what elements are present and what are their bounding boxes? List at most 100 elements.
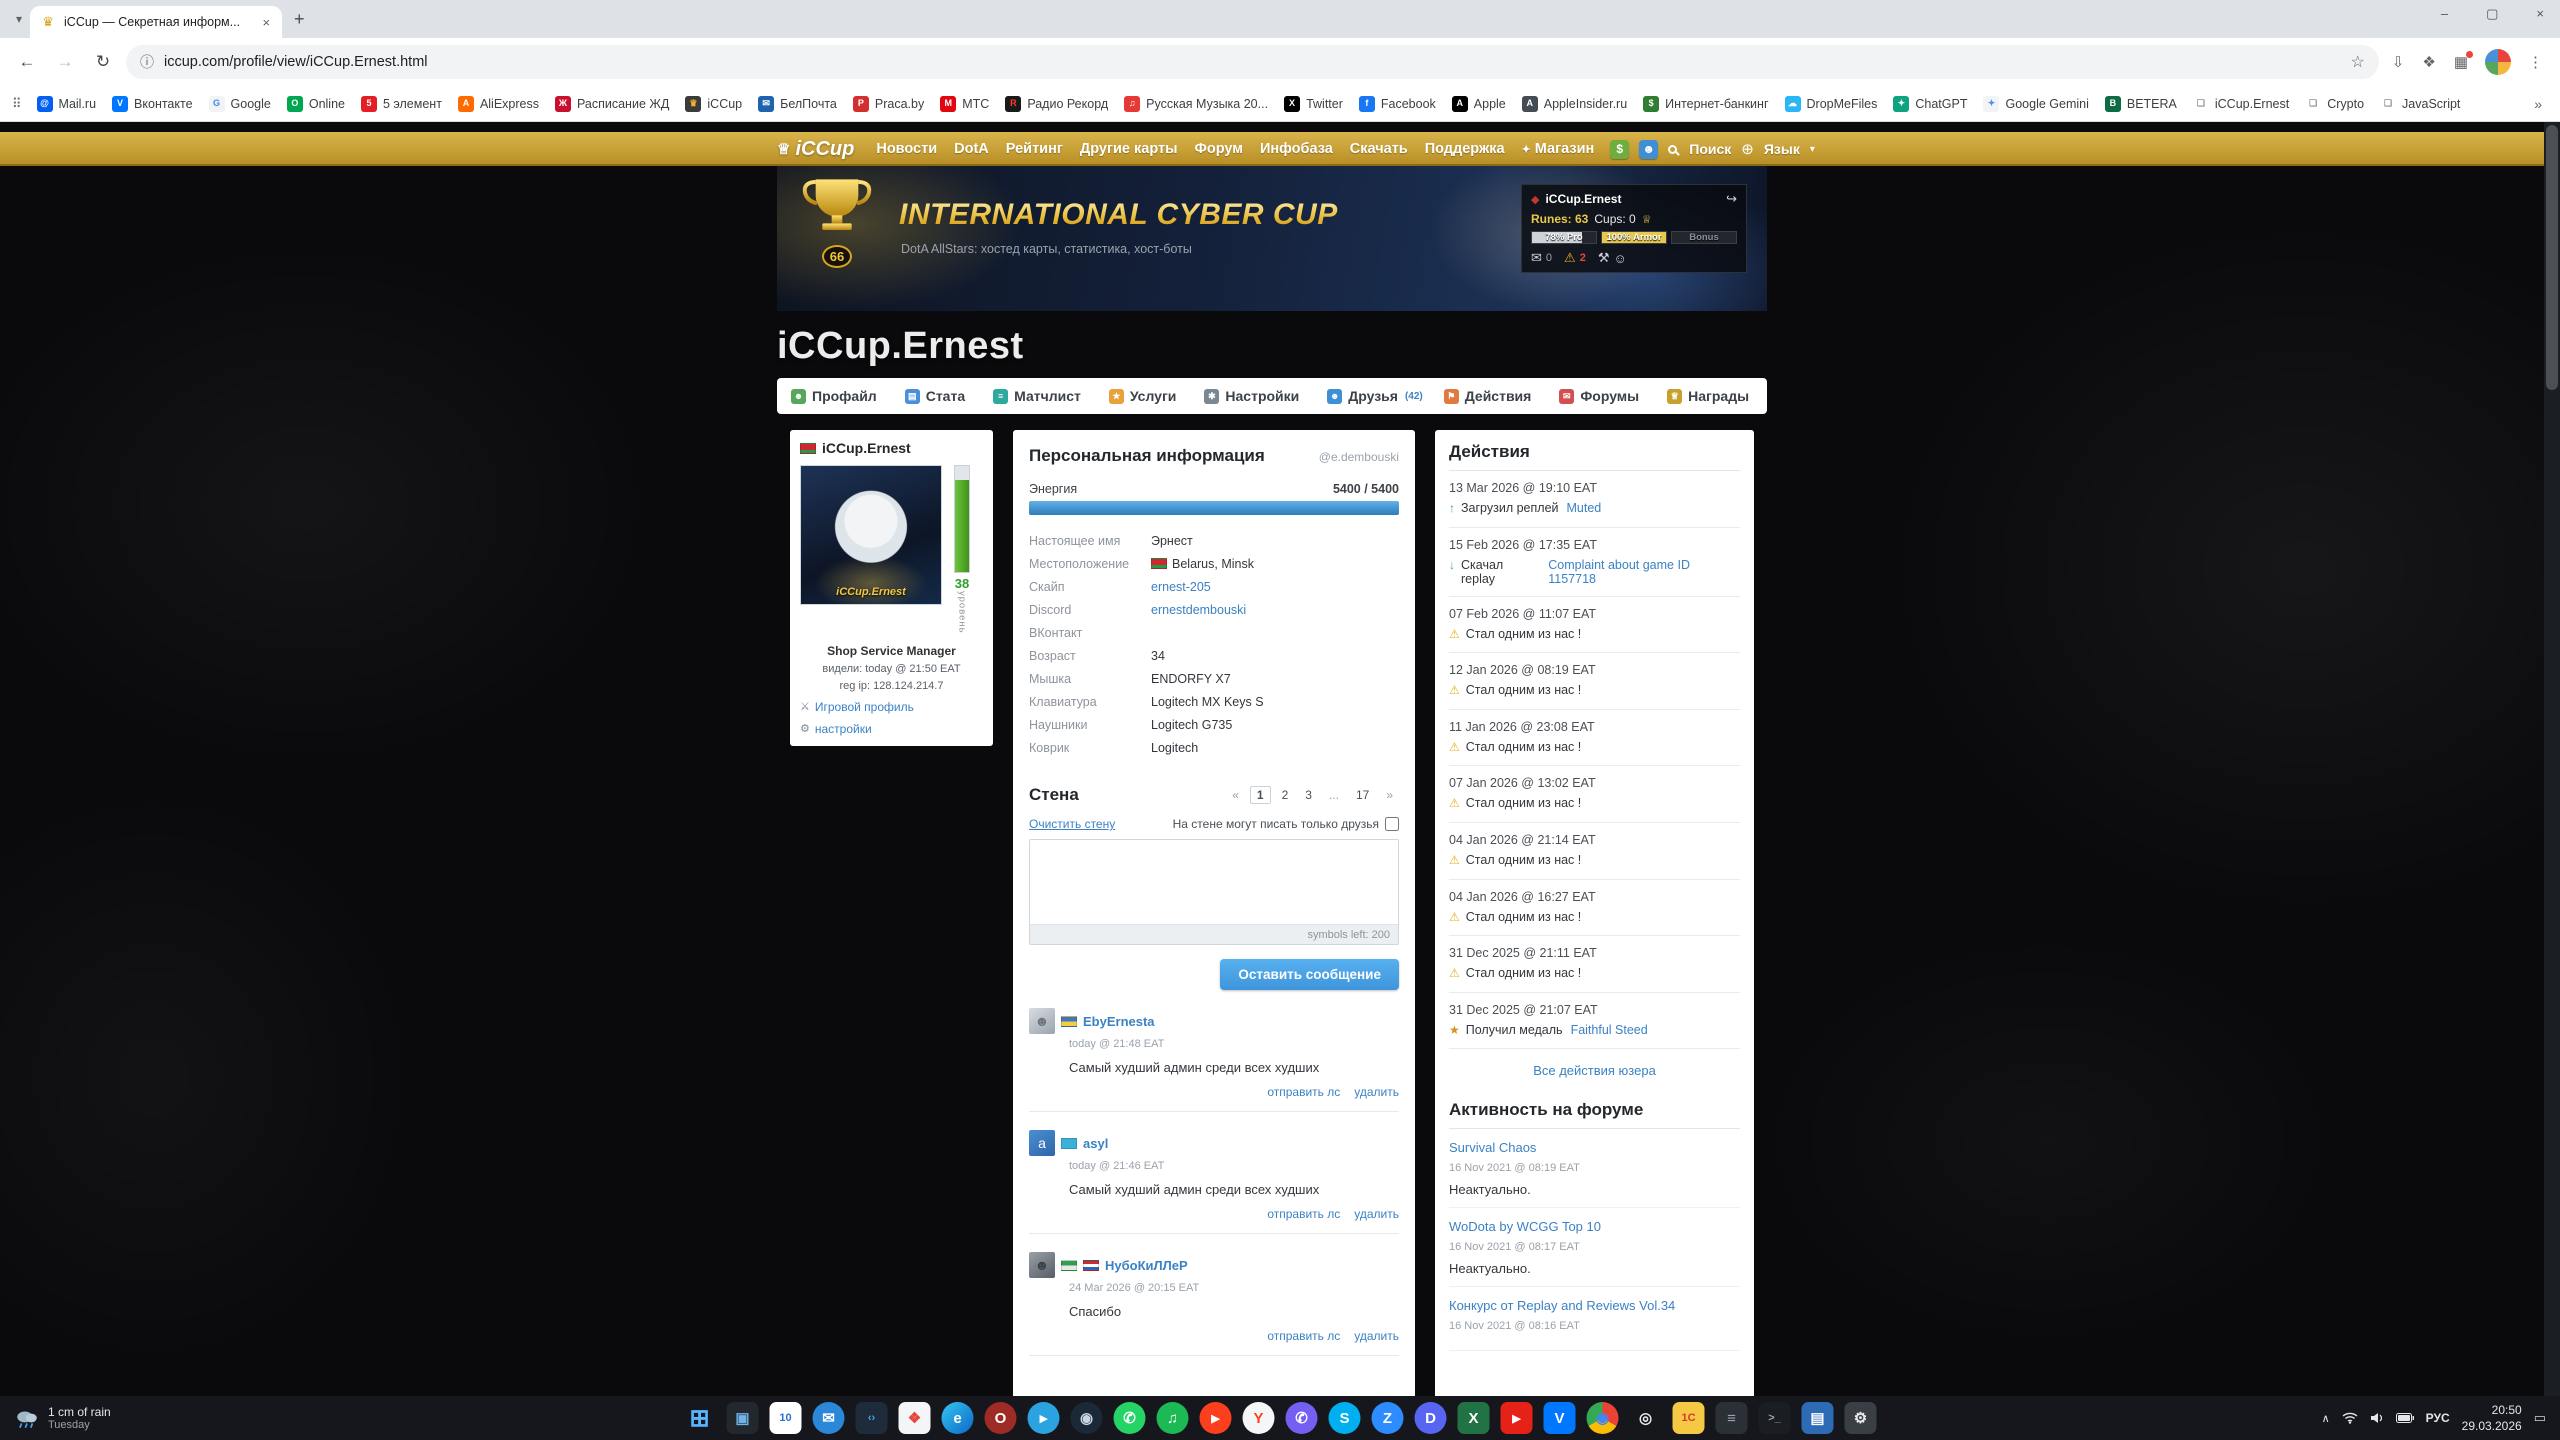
maximize-button[interactable]: ▢ xyxy=(2480,4,2504,24)
bookmark-item[interactable]: V Вконтакте xyxy=(105,92,199,116)
info-value[interactable]: ernest-205 xyxy=(1151,580,1211,594)
mail-app-icon[interactable]: ✉ xyxy=(813,1402,845,1434)
profile-icon[interactable]: ☺ xyxy=(1613,251,1626,266)
account-icon[interactable]: ☻ xyxy=(1639,140,1658,159)
steam-icon[interactable]: ◉ xyxy=(1071,1402,1103,1434)
close-button[interactable]: × xyxy=(2530,4,2550,24)
nav-item[interactable]: Инфобаза xyxy=(1260,141,1333,157)
delete-post-link[interactable]: удалить xyxy=(1354,1329,1399,1343)
delete-post-link[interactable]: удалить xyxy=(1354,1085,1399,1099)
nav-item[interactable]: ✦Магазин xyxy=(1522,141,1595,157)
site-logo[interactable]: ♕iCCup xyxy=(777,138,854,161)
friends-only-checkbox[interactable] xyxy=(1385,817,1399,831)
clock[interactable]: 20:50 29.03.2026 xyxy=(2462,1402,2522,1434)
warning-icon[interactable]: ⚠ xyxy=(1564,250,1576,266)
start-icon[interactable]: ⊞ xyxy=(684,1402,716,1434)
game-profile-link[interactable]: ⚔ Игровой профиль xyxy=(800,700,983,714)
topic-title-link[interactable]: WoDota by WCGG Top 10 xyxy=(1449,1219,1601,1234)
bookmark-item[interactable]: ✉ БелПочта xyxy=(751,92,844,116)
language-menu[interactable]: Язык xyxy=(1764,141,1800,157)
profile-tab[interactable]: ★ Услуги xyxy=(1109,388,1184,404)
post-avatar[interactable]: ☻ xyxy=(1029,1252,1055,1278)
nav-item[interactable]: Другие карты xyxy=(1080,141,1178,157)
send-pm-link[interactable]: отправить лс xyxy=(1267,1329,1340,1343)
profile-tab[interactable]: ✉ Форумы xyxy=(1559,388,1646,404)
nav-item[interactable]: Новости xyxy=(876,141,937,157)
terminal-icon[interactable]: >_ xyxy=(1759,1402,1791,1434)
bookmark-item[interactable]: Ж Расписание ЖД xyxy=(548,92,676,116)
nav-item[interactable]: DotA xyxy=(954,141,989,157)
edge-icon[interactable]: e xyxy=(942,1402,974,1434)
minimize-button[interactable]: – xyxy=(2435,4,2454,24)
download-icon[interactable]: ⇩ xyxy=(2387,53,2410,71)
post-avatar[interactable]: a xyxy=(1029,1130,1055,1156)
bookmark-item[interactable]: B BETERA xyxy=(2098,92,2184,116)
bookmark-item[interactable]: G Google xyxy=(202,92,278,116)
profile-tab[interactable]: ☻ Друзья (42) xyxy=(1327,388,1422,404)
bookmark-item[interactable]: A AliExpress xyxy=(451,92,546,116)
bookmark-item[interactable]: $ Интернет-банкинг xyxy=(1636,92,1775,116)
volume-icon[interactable] xyxy=(2370,1412,2384,1424)
page-number[interactable]: 17 xyxy=(1350,787,1375,803)
bookmark-item[interactable]: A AppleInsider.ru xyxy=(1515,92,1634,116)
settings-app-icon[interactable]: ⚙ xyxy=(1845,1402,1877,1434)
send-pm-link[interactable]: отправить лс xyxy=(1267,1085,1340,1099)
this-pc-icon[interactable]: ▣ xyxy=(727,1402,759,1434)
post-author[interactable]: НубоКиЛЛеР xyxy=(1105,1258,1188,1273)
page-number[interactable]: ... xyxy=(1323,787,1345,803)
browser-menu-icon[interactable]: ⋮ xyxy=(2523,53,2548,71)
bookmark-item[interactable]: O Online xyxy=(280,92,352,116)
bookmark-item[interactable]: ☁ DropMeFiles xyxy=(1778,92,1885,116)
bookmark-item[interactable]: ❏ Crypto xyxy=(2298,92,2371,116)
forward-button[interactable]: → xyxy=(50,47,80,77)
topic-title-link[interactable]: Survival Chaos xyxy=(1449,1140,1536,1155)
post-message-button[interactable]: Оставить сообщение xyxy=(1220,959,1399,990)
yandex-browser-icon[interactable]: Y xyxy=(1243,1402,1275,1434)
extensions-icon[interactable]: ❖ xyxy=(2417,53,2440,71)
bookmark-item[interactable]: R Радио Рекорд xyxy=(998,92,1115,116)
bookmark-item[interactable]: ♫ Русская Музыка 20... xyxy=(1117,92,1275,116)
tray-chevron-icon[interactable]: ∧ xyxy=(2322,1412,2330,1425)
bookmark-star-icon[interactable]: ☆ xyxy=(2350,52,2364,72)
profile-tab[interactable]: ☻ Профайл xyxy=(791,388,884,404)
viber-icon[interactable]: ✆ xyxy=(1286,1402,1318,1434)
calendar-icon[interactable]: 10 xyxy=(770,1402,802,1434)
shop-icon[interactable]: $ xyxy=(1610,140,1629,159)
page-number[interactable]: » xyxy=(1380,787,1399,803)
all-actions-link[interactable]: Все действия юзера xyxy=(1449,1063,1740,1078)
bookmark-item[interactable]: ❏ JavaScript xyxy=(2373,92,2467,116)
new-tab-button[interactable]: + xyxy=(282,5,317,34)
vk-icon[interactable]: V xyxy=(1544,1402,1576,1434)
bookmark-item[interactable]: f Facebook xyxy=(1352,92,1443,116)
skype-icon[interactable]: S xyxy=(1329,1402,1361,1434)
scrollbar-thumb[interactable] xyxy=(2546,125,2558,390)
profile-tab[interactable]: ✱ Настройки xyxy=(1204,388,1306,404)
info-value[interactable]: ernestdembouski xyxy=(1151,603,1246,617)
bookmark-item[interactable]: ❏ iCCup.Ernest xyxy=(2186,92,2296,116)
bookmark-item[interactable]: 5 5 элемент xyxy=(354,92,449,116)
onec-icon[interactable]: 1С xyxy=(1673,1402,1705,1434)
url-input[interactable] xyxy=(164,54,2340,70)
discord-icon[interactable]: D xyxy=(1415,1402,1447,1434)
action-link[interactable]: Muted xyxy=(1567,501,1602,515)
tab-close-icon[interactable]: × xyxy=(260,15,272,30)
bookmark-item[interactable]: X Twitter xyxy=(1277,92,1350,116)
bookmark-item[interactable]: М МТС xyxy=(933,92,996,116)
apps-grid-icon[interactable]: ⠿ xyxy=(12,96,22,112)
wall-message-input[interactable] xyxy=(1030,840,1398,924)
address-bar[interactable]: ⓘ ☆ xyxy=(126,45,2379,79)
user-panel-name[interactable]: iCCup.Ernest xyxy=(1545,192,1720,206)
floppy-icon[interactable]: ▤ xyxy=(1802,1402,1834,1434)
bookmark-item[interactable]: ✦ Google Gemini xyxy=(1976,92,2095,116)
notepad-icon[interactable]: ≡ xyxy=(1716,1402,1748,1434)
obs-icon[interactable]: ◎ xyxy=(1630,1402,1662,1434)
bookmark-item[interactable]: A Apple xyxy=(1445,92,1513,116)
reload-button[interactable]: ↻ xyxy=(88,47,118,77)
extension-badge-icon[interactable]: ▦ xyxy=(2449,53,2473,71)
site-info-icon[interactable]: ⓘ xyxy=(140,52,154,72)
page-number[interactable]: 2 xyxy=(1276,787,1295,803)
post-author[interactable]: asyl xyxy=(1083,1136,1108,1151)
telegram-icon[interactable]: ▸ xyxy=(1028,1402,1060,1434)
bookmark-item[interactable]: ♛ iCCup xyxy=(678,92,749,116)
send-pm-link[interactable]: отправить лс xyxy=(1267,1207,1340,1221)
